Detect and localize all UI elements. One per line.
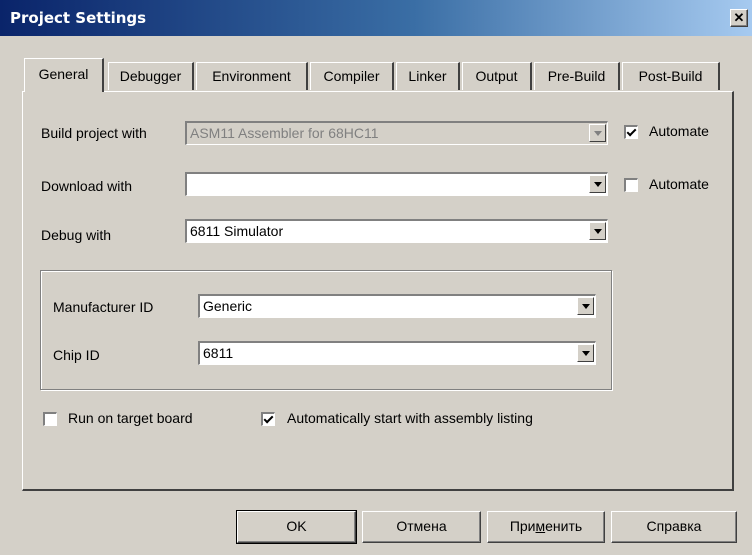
manufacturer-id-label: Manufacturer ID: [53, 299, 154, 315]
download-automate-checkbox[interactable]: [624, 178, 638, 192]
chip-id-label: Chip ID: [53, 347, 100, 363]
tab-output[interactable]: Output: [462, 62, 532, 90]
chip-id-value: 6811: [203, 345, 234, 361]
build-project-combo: ASM11 Assembler for 68HC11: [185, 121, 608, 145]
download-with-label: Download with: [41, 178, 133, 194]
debug-with-label: Debug with: [41, 227, 112, 243]
build-project-value: ASM11 Assembler for 68HC11: [190, 125, 379, 141]
apply-button[interactable]: Применить: [487, 511, 605, 543]
apply-label-pre: При: [509, 518, 536, 534]
ok-button[interactable]: OK: [236, 510, 357, 544]
apply-label-post: енить: [545, 518, 583, 534]
tab-pre-build[interactable]: Pre-Build: [534, 62, 620, 90]
auto-start-listing-label: Automatically start with assembly listin…: [287, 410, 533, 426]
tab-general[interactable]: General: [24, 58, 104, 92]
chevron-down-icon: [589, 124, 606, 142]
build-automate-checkbox[interactable]: [624, 125, 638, 139]
download-with-combo[interactable]: [185, 172, 608, 196]
chevron-down-icon[interactable]: [577, 344, 594, 362]
tab-post-build[interactable]: Post-Build: [622, 62, 720, 90]
tab-environment[interactable]: Environment: [196, 62, 308, 90]
chevron-down-icon[interactable]: [577, 297, 594, 315]
debug-with-combo[interactable]: 6811 Simulator: [185, 219, 608, 243]
chip-id-combo[interactable]: 6811: [198, 341, 596, 365]
manufacturer-id-combo[interactable]: Generic: [198, 294, 596, 318]
tab-debugger[interactable]: Debugger: [108, 62, 194, 90]
chevron-down-icon[interactable]: [589, 222, 606, 240]
run-on-target-checkbox[interactable]: [43, 412, 57, 426]
help-button[interactable]: Справка: [611, 511, 737, 543]
window-title: Project Settings: [10, 9, 147, 27]
tab-linker[interactable]: Linker: [396, 62, 460, 90]
chevron-down-icon[interactable]: [589, 175, 606, 193]
build-automate-label: Automate: [649, 123, 709, 139]
manufacturer-id-value: Generic: [203, 298, 253, 314]
download-automate-label: Automate: [649, 176, 709, 192]
auto-start-listing-checkbox[interactable]: [261, 412, 275, 426]
cancel-button[interactable]: Отмена: [362, 511, 481, 543]
chip-groupbox: [40, 270, 612, 390]
close-button[interactable]: ✕: [730, 9, 748, 27]
debug-with-value: 6811 Simulator: [190, 223, 284, 239]
build-project-label: Build project with: [41, 125, 147, 141]
run-on-target-label: Run on target board: [68, 410, 193, 426]
close-icon: ✕: [733, 10, 745, 25]
apply-label-accel: м: [535, 518, 546, 534]
tab-compiler[interactable]: Compiler: [310, 62, 394, 90]
title-bar: Project Settings ✕: [0, 0, 752, 36]
